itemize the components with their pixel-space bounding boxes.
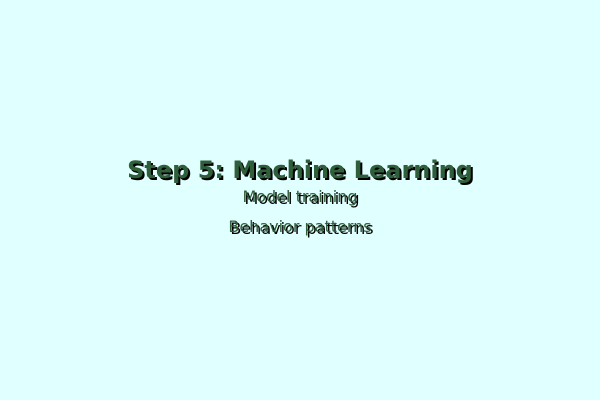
- step-title: Step 5: Machine Learning: [127, 156, 473, 184]
- slide-canvas: Step 5: Machine Learning Model training …: [0, 0, 600, 400]
- step-detail-2: Behavior patterns: [228, 217, 372, 236]
- step-detail-1: Model training: [242, 187, 358, 206]
